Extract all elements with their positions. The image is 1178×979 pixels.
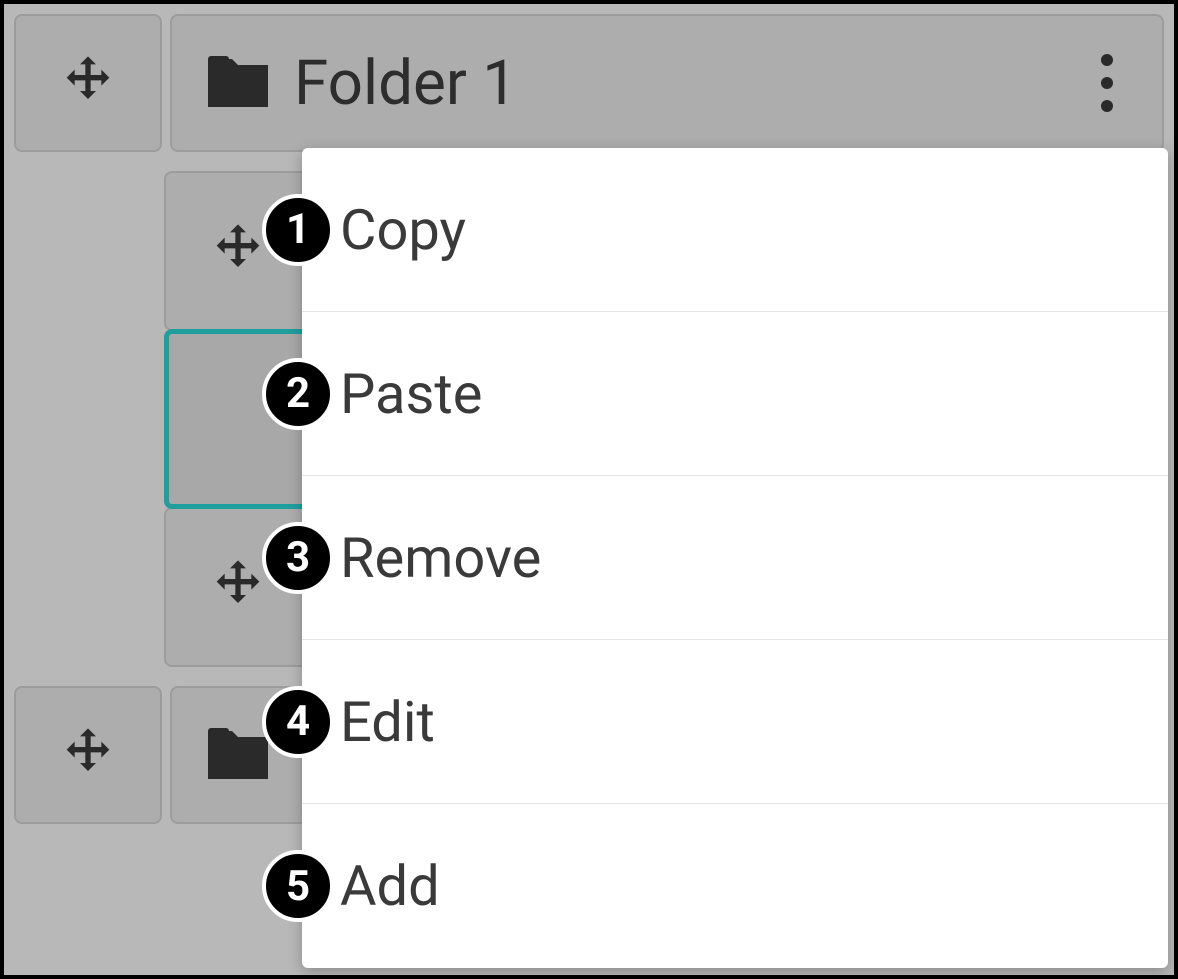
badge-icon: 1 — [262, 194, 334, 266]
folder-title: Folder 1 — [294, 47, 1082, 120]
badge-icon: 2 — [262, 358, 334, 430]
menu-item-label: Remove — [340, 525, 541, 591]
badge-icon: 4 — [262, 686, 334, 758]
drag-handle[interactable] — [14, 14, 162, 152]
move-icon — [56, 723, 120, 787]
menu-item-label: Copy — [340, 197, 466, 263]
badge-icon: 3 — [262, 522, 334, 594]
menu-item-label: Edit — [340, 689, 435, 755]
menu-item-add[interactable]: 5 Add — [302, 804, 1168, 968]
move-icon — [206, 219, 270, 283]
more-button[interactable] — [1082, 48, 1132, 118]
folder-cell[interactable]: Folder 1 — [170, 14, 1164, 152]
menu-item-label: Add — [340, 853, 440, 919]
badge-icon: 5 — [262, 850, 334, 922]
context-menu: 1 Copy 2 Paste 3 Remove 4 Edit 5 Add — [302, 148, 1168, 968]
menu-item-edit[interactable]: 4 Edit — [302, 640, 1168, 804]
folder-icon — [202, 47, 274, 119]
tree-row-folder-1: Folder 1 — [14, 14, 1164, 152]
menu-item-paste[interactable]: 2 Paste — [302, 312, 1168, 476]
menu-item-label: Paste — [340, 361, 482, 427]
move-icon — [56, 51, 120, 115]
move-icon — [206, 555, 270, 619]
menu-item-copy[interactable]: 1 Copy — [302, 148, 1168, 312]
drag-handle[interactable] — [14, 686, 162, 824]
menu-item-remove[interactable]: 3 Remove — [302, 476, 1168, 640]
